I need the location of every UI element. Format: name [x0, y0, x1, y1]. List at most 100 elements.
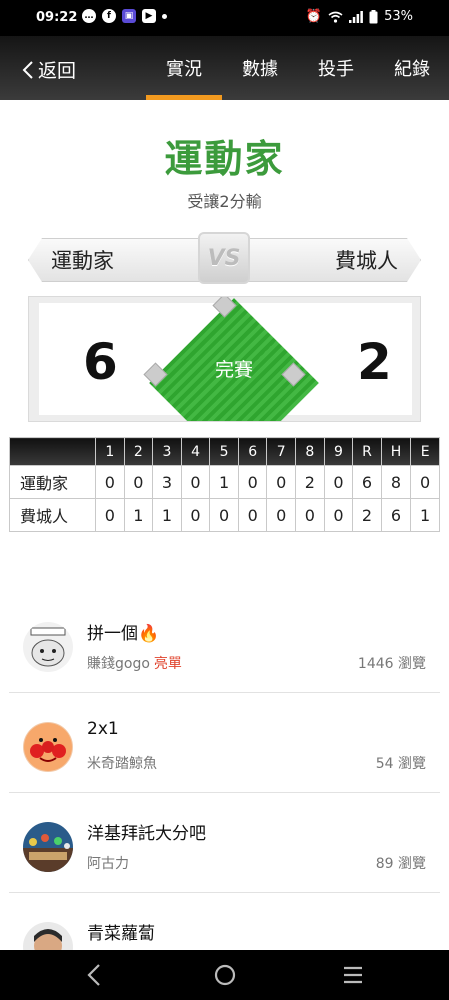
tab-live[interactable]: 實況 — [146, 36, 222, 100]
score-cell: 0 — [295, 498, 325, 532]
app-icon: ▣ — [122, 9, 136, 23]
score-cell: 0 — [266, 465, 297, 499]
post-title: 2x1 — [87, 719, 119, 739]
battery-level: 53% — [384, 9, 413, 24]
scoreboard-panel: 6 2 完賽 — [39, 297, 412, 421]
home-score: 2 — [357, 333, 392, 391]
game-status: 完賽 — [214, 359, 253, 381]
header-cell: 5 — [209, 437, 239, 466]
post-tag: 亮單 — [153, 656, 182, 672]
tab-pitchers[interactable]: 投手 — [298, 36, 374, 100]
score-cell: 6 — [352, 465, 382, 499]
score-cell: 1 — [123, 498, 154, 532]
header-cell: 9 — [323, 437, 354, 466]
scoreboard: 6 2 完賽 — [28, 296, 421, 422]
score-cell: 0 — [180, 465, 211, 499]
recents-nav-icon[interactable] — [342, 962, 364, 988]
score-cell: 0 — [95, 465, 125, 499]
tab-bar: 實況 數據 投手 紀錄 — [146, 36, 449, 100]
table-row: 費城人 0 1 1 0 0 0 0 0 0 2 6 1 — [9, 498, 440, 532]
header-cell: 2 — [123, 437, 154, 466]
signal-icon — [349, 10, 363, 23]
score-cell: 2 — [352, 498, 382, 532]
score-cell: 0 — [410, 465, 440, 499]
home-nav-icon[interactable] — [213, 962, 237, 988]
list-item[interactable]: 2x1 米奇踏鯨魚 54 瀏覽 — [9, 692, 440, 793]
score-cell: 0 — [266, 498, 297, 532]
back-label: 返回 — [38, 60, 77, 82]
vs-badge: VS — [198, 232, 250, 284]
linescore-table: 1 2 3 4 5 6 7 8 9 R H E 運動家 0 0 3 0 1 0 … — [9, 437, 440, 532]
tab-stats[interactable]: 數據 — [222, 36, 298, 100]
score-cell: 0 — [180, 498, 211, 532]
crowd-photo-avatar — [23, 822, 73, 872]
score-cell: 1 — [209, 465, 239, 499]
header-cell: 7 — [266, 437, 297, 466]
tab-label: 數據 — [242, 59, 278, 80]
away-score: 6 — [83, 333, 118, 391]
tab-label: 實況 — [166, 59, 202, 80]
facebook-icon: f — [102, 9, 116, 23]
post-author: 賺錢gogo 亮單 — [87, 653, 182, 673]
battery-icon — [369, 9, 378, 23]
score-cell: 2 — [295, 465, 325, 499]
list-item[interactable]: 洋基拜託大分吧 阿古力 89 瀏覽 — [9, 792, 440, 893]
header-cell: H — [380, 437, 412, 466]
score-cell: 0 — [323, 498, 354, 532]
header-cell: E — [410, 437, 440, 466]
post-title: 青菜蘿蔔 — [87, 924, 155, 944]
post-title: 洋基拜託大分吧 — [87, 824, 206, 844]
back-button[interactable]: 返回 — [22, 56, 76, 83]
author-name: 米奇踏鯨魚 — [87, 756, 157, 772]
handicap-result: 受讓2分輸 — [187, 192, 262, 211]
score-cell: 0 — [123, 465, 154, 499]
back-nav-icon[interactable] — [86, 962, 102, 988]
score-cell: 0 — [95, 498, 125, 532]
header-cell: 1 — [95, 437, 125, 466]
chevron-left-icon — [22, 60, 33, 79]
tab-label: 投手 — [318, 59, 354, 80]
score-cell: 1 — [152, 498, 182, 532]
post-views: 1446 瀏覽 — [357, 656, 426, 672]
status-time: 09:22 — [36, 10, 78, 25]
header-cell: 4 — [180, 437, 211, 466]
table-row: 運動家 0 0 3 0 1 0 0 2 0 6 8 0 — [9, 465, 440, 499]
post-title: 拼一個🔥 — [87, 624, 160, 644]
post-author: 阿古力 — [87, 853, 129, 873]
header-cell: 3 — [152, 437, 182, 466]
meme-face-avatar — [23, 622, 73, 672]
post-views: 54 瀏覽 — [375, 756, 426, 772]
author-name: 阿古力 — [87, 856, 129, 872]
header-blank — [9, 437, 96, 466]
post-views: 89 瀏覽 — [375, 856, 426, 872]
score-cell: 3 — [152, 465, 182, 499]
team-cell: 費城人 — [9, 498, 96, 532]
tab-label: 紀錄 — [394, 59, 430, 80]
alarm-icon: ⏰ — [305, 9, 323, 24]
teams-bar: 運動家 費城人 VS — [28, 232, 421, 284]
list-item[interactable]: 拼一個🔥 賺錢gogo 亮單 1446 瀏覽 — [9, 592, 440, 693]
score-cell: 6 — [380, 498, 412, 532]
away-team-name: 運動家 — [28, 238, 208, 282]
winner-title: 運動家 — [164, 137, 285, 181]
youtube-icon: ▶ — [142, 9, 156, 23]
chat-icon: … — [82, 9, 96, 23]
wifi-icon — [328, 11, 343, 23]
linescore-header-row: 1 2 3 4 5 6 7 8 9 R H E — [9, 437, 440, 466]
dot-icon — [162, 13, 167, 19]
header-cell: 6 — [237, 437, 268, 466]
home-team-name: 費城人 — [241, 238, 421, 282]
score-cell: 0 — [237, 498, 268, 532]
score-cell: 0 — [209, 498, 239, 532]
system-nav-bar — [0, 950, 449, 1000]
tab-records[interactable]: 紀錄 — [374, 36, 449, 100]
team-cell: 運動家 — [9, 465, 96, 499]
author-name: 賺錢gogo — [87, 656, 150, 672]
score-cell: 8 — [380, 465, 412, 499]
app-header: 返回 實況 數據 投手 紀錄 — [0, 36, 449, 100]
cartoon-face-avatar — [23, 722, 73, 772]
score-cell: 0 — [237, 465, 268, 499]
score-cell: 1 — [410, 498, 440, 532]
header-cell: R — [352, 437, 382, 466]
post-author: 米奇踏鯨魚 — [87, 753, 157, 773]
